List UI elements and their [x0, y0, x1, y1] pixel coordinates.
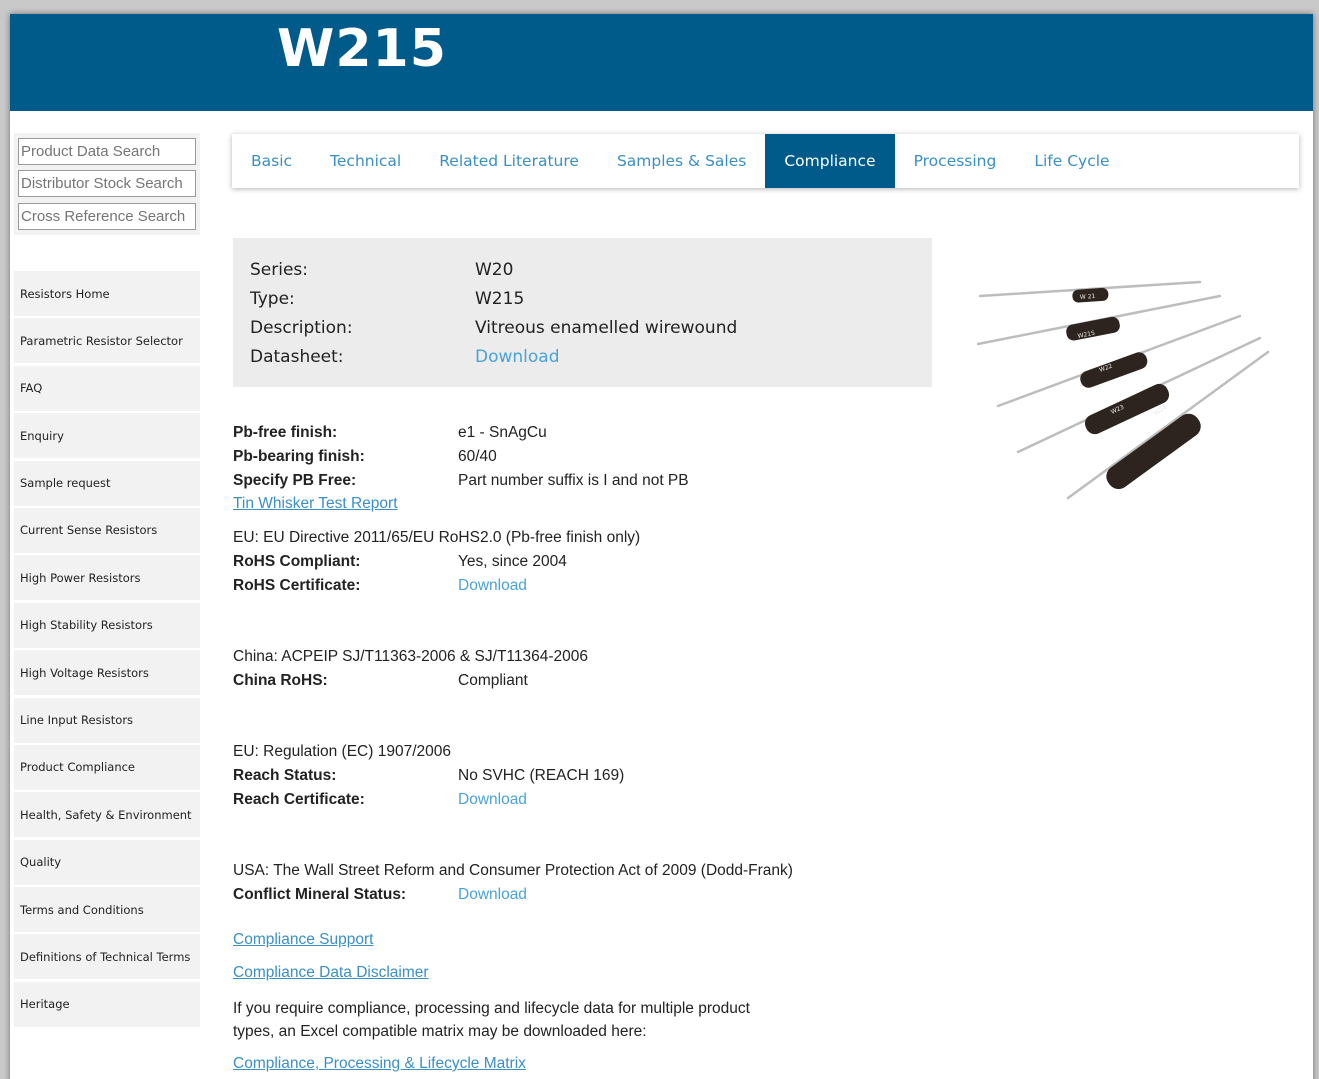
pb-free-row: Pb-free finish: e1 - SnAgCu: [233, 424, 547, 442]
sidebar-item-high-power[interactable]: High Power Resistors: [14, 555, 200, 601]
tab-compliance[interactable]: Compliance: [765, 134, 895, 188]
pb-bearing-value: 60/40: [458, 448, 497, 465]
china-rohs-label: China RoHS:: [233, 672, 328, 689]
series-value: W20: [475, 260, 514, 280]
eu-directive-heading: EU: EU Directive 2011/65/EU RoHS2.0 (Pb-…: [233, 529, 641, 546]
matrix-info-text: If you require compliance, processing an…: [233, 1000, 750, 1040]
china-rohs-row: China RoHS: Compliant: [233, 672, 528, 690]
pb-bearing-label: Pb-bearing finish:: [233, 448, 365, 465]
tab-related-literature[interactable]: Related Literature: [420, 134, 598, 188]
rohs-compliant-label: RoHS Compliant:: [233, 553, 361, 570]
cross-reference-search-input[interactable]: [18, 203, 196, 230]
sidebar-item-line-input[interactable]: Line Input Resistors: [14, 697, 200, 743]
datasheet-download-link[interactable]: Download: [475, 347, 560, 367]
tab-life-cycle[interactable]: Life Cycle: [1015, 134, 1128, 188]
header-banner: W215: [10, 14, 1313, 111]
rohs-certificate-label: RoHS Certificate:: [233, 577, 361, 594]
description-value: Vitreous enamelled wirewound: [475, 318, 738, 338]
pb-free-label: Pb-free finish:: [233, 424, 338, 441]
specify-pb-label: Specify PB Free:: [233, 472, 357, 489]
product-data-search-input[interactable]: [18, 138, 196, 165]
tin-whisker-link[interactable]: Tin Whisker Test Report: [233, 495, 398, 513]
search-panel: [14, 133, 200, 235]
eu-regulation-heading: EU: Regulation (EC) 1907/2006: [233, 743, 451, 760]
tab-basic[interactable]: Basic: [232, 134, 311, 188]
rohs-certificate-download-link[interactable]: Download: [458, 577, 527, 595]
series-summary-panel: Series: W20 Type: W215 Description: Vitr…: [233, 238, 932, 387]
china-heading: China: ACPEIP SJ/T11363-2006 & SJ/T11364…: [233, 648, 589, 665]
tab-samples-sales[interactable]: Samples & Sales: [598, 134, 765, 188]
page-frame: W215 Resistors Home Parametric Resistor …: [10, 14, 1313, 1079]
sidebar-item-health-safety[interactable]: Health, Safety & Environment: [14, 792, 200, 838]
type-label: Type:: [250, 289, 295, 309]
usa-heading: USA: The Wall Street Reform and Consumer…: [233, 862, 793, 879]
tab-technical[interactable]: Technical: [311, 134, 420, 188]
pb-bearing-row: Pb-bearing finish: 60/40: [233, 448, 497, 466]
sidebar-item-high-stability[interactable]: High Stability Resistors: [14, 602, 200, 648]
series-label: Series:: [250, 260, 309, 280]
rohs-compliant-row: RoHS Compliant: Yes, since 2004: [233, 553, 567, 571]
reach-certificate-download-link[interactable]: Download: [458, 791, 527, 809]
resistor-label-w21: W 21: [1080, 293, 1096, 301]
sidebar-item-definitions[interactable]: Definitions of Technical Terms: [14, 934, 200, 980]
sidebar-nav: Resistors Home Parametric Resistor Selec…: [14, 271, 200, 1029]
distributor-stock-search-input[interactable]: [18, 170, 196, 197]
compliance-support-link[interactable]: Compliance Support: [233, 931, 373, 949]
resistor-product-image: W 21 W21S W22 W23 W24: [976, 280, 1270, 500]
reach-status-value: No SVHC (REACH 169): [458, 767, 625, 784]
china-rohs-value: Compliant: [458, 672, 528, 689]
pb-free-value: e1 - SnAgCu: [458, 424, 547, 441]
conflict-mineral-download-link[interactable]: Download: [458, 886, 527, 904]
reach-status-label: Reach Status:: [233, 767, 337, 784]
type-value: W215: [475, 289, 525, 309]
specify-pb-value: Part number suffix is I and not PB: [458, 472, 689, 489]
sidebar-item-faq[interactable]: FAQ: [14, 365, 200, 411]
sidebar-item-resistors-home[interactable]: Resistors Home: [14, 271, 200, 316]
reach-certificate-label: Reach Certificate:: [233, 791, 365, 808]
sidebar-item-heritage[interactable]: Heritage: [14, 981, 200, 1027]
specify-pb-row: Specify PB Free: Part number suffix is I …: [233, 472, 689, 490]
description-label: Description:: [250, 318, 353, 338]
reach-status-row: Reach Status: No SVHC (REACH 169): [233, 767, 624, 785]
sidebar-item-high-voltage[interactable]: High Voltage Resistors: [14, 650, 200, 696]
conflict-mineral-row: Conflict Mineral Status: Download: [233, 886, 527, 904]
sidebar-item-current-sense[interactable]: Current Sense Resistors: [14, 507, 200, 553]
conflict-mineral-label: Conflict Mineral Status:: [233, 886, 407, 903]
compliance-disclaimer-link[interactable]: Compliance Data Disclaimer: [233, 964, 429, 982]
compliance-matrix-link[interactable]: Compliance, Processing & Lifecycle Matri…: [233, 1055, 526, 1073]
rohs-compliant-value: Yes, since 2004: [458, 553, 567, 570]
sidebar-item-terms[interactable]: Terms and Conditions: [14, 887, 200, 933]
page-title: W215: [277, 19, 447, 79]
tab-bar: Basic Technical Related Literature Sampl…: [232, 134, 1299, 188]
tab-processing[interactable]: Processing: [895, 134, 1016, 188]
reach-certificate-row: Reach Certificate: Download: [233, 791, 527, 809]
sidebar-item-enquiry[interactable]: Enquiry: [14, 413, 200, 459]
sidebar-item-quality[interactable]: Quality: [14, 839, 200, 885]
datasheet-label: Datasheet:: [250, 347, 344, 367]
sidebar-item-sample-request[interactable]: Sample request: [14, 460, 200, 506]
sidebar-item-parametric-selector[interactable]: Parametric Resistor Selector: [14, 318, 200, 364]
sidebar-item-product-compliance[interactable]: Product Compliance: [14, 744, 200, 790]
rohs-certificate-row: RoHS Certificate: Download: [233, 577, 527, 595]
